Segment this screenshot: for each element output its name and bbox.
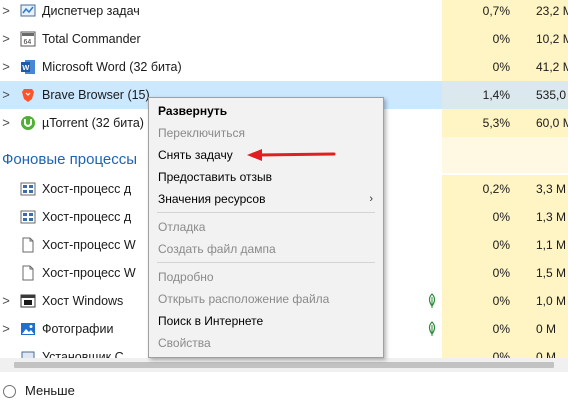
menu-item-debug: Отладка [158,220,206,234]
process-row-word[interactable]: > W Microsoft Word (32 бита) 0% 41,2 М [0,53,568,81]
menu-item-feedback[interactable]: Предоставить отзыв [149,166,383,188]
process-row-task-manager[interactable]: > Диспетчер задач 0,7% 23,2 М [0,0,568,25]
menu-item-switch-to: Переключиться [158,126,245,140]
expand-chevron-icon[interactable]: > [0,59,12,75]
expand-chevron-icon[interactable]: > [0,31,12,47]
installer-icon [21,351,35,358]
cpu-column-cell [442,137,516,173]
total-commander-icon: 64 [20,31,36,47]
footer-bar [0,379,568,403]
expand-chevron-icon[interactable]: > [0,87,12,103]
service-host-icon [20,182,36,196]
windows-host-icon [20,294,36,308]
process-name: Microsoft Word (32 бита) [42,60,182,74]
process-name: µTorrent (32 бита) [42,116,144,130]
cpu-value: 0% [442,343,516,358]
process-row-total-commander[interactable]: > 64 Total Commander 0% 10,2 М [0,25,568,53]
process-name: Total Commander [42,32,141,46]
process-name: Хост-процесс W [42,238,136,252]
cpu-value: 0% [442,53,516,81]
cpu-value: 0% [442,259,516,287]
menu-item-details: Подробно [158,270,214,284]
menu-item-create-dump: Создать файл дампа [158,242,276,256]
service-host-icon [20,210,36,224]
leaf-icon [428,321,436,336]
process-name: Хост-процесс д [42,182,132,196]
memory-value: 0 М [516,343,568,358]
cpu-value: 5,3% [442,109,516,137]
memory-value: 41,2 М [516,53,568,81]
memory-value: 23,2 М [516,0,568,25]
menu-separator [157,262,375,263]
svg-text:W: W [22,63,30,72]
memory-value: 1,3 М [516,203,568,231]
cpu-value: 0% [442,203,516,231]
svg-text:64: 64 [24,39,32,46]
expand-chevron-icon[interactable]: > [0,115,12,131]
cpu-value: 0,7% [442,0,516,25]
process-name: Хост-процесс W [42,266,136,280]
menu-item-properties: Свойства [158,336,211,350]
memory-value: 535,0 М [516,81,568,109]
brave-icon [22,89,34,102]
collapse-up-icon[interactable] [3,385,16,398]
process-name: Хост-процесс д [42,210,132,224]
process-name: Установщик С [42,350,124,358]
cpu-value: 0% [442,231,516,259]
cpu-value: 0% [442,287,516,315]
memory-value: 3,3 М [516,175,568,203]
memory-value: 60,0 М [516,109,568,137]
memory-value: 1,0 М [516,287,568,315]
cpu-value: 0% [442,315,516,343]
scrollbar-thumb[interactable] [14,362,554,368]
menu-item-search-online[interactable]: Поиск в Интернете [149,310,383,332]
task-manager-icon [20,4,36,17]
memory-value: 0 М [516,315,568,343]
process-name: Диспетчер задач [42,4,140,18]
cpu-value: 1,4% [442,81,516,109]
menu-item-open-location: Открыть расположение файла [158,292,330,306]
fewer-details-link[interactable]: Меньше [25,382,75,400]
process-name: Brave Browser (15) [42,88,150,102]
menu-separator [157,212,375,213]
expand-chevron-icon[interactable]: > [0,321,12,337]
document-icon [22,265,34,281]
document-icon [22,237,34,253]
context-menu: Развернуть Переключиться Снять задачу Пр… [148,97,384,358]
utorrent-icon [21,116,35,130]
memory-value: 1,1 М [516,231,568,259]
cpu-value: 0,2% [442,175,516,203]
menu-item-expand[interactable]: Развернуть [149,100,383,122]
submenu-arrow-icon: › [369,193,373,205]
word-icon: W [21,60,35,74]
cpu-value: 0% [442,25,516,53]
process-name: Хост Windows [42,294,124,308]
memory-value: 1,5 М [516,259,568,287]
memory-column-cell [516,137,568,173]
expand-chevron-icon[interactable]: > [0,3,12,19]
menu-item-resource-values[interactable]: Значения ресурсов › [149,188,383,210]
menu-item-label: Значения ресурсов [158,192,266,206]
background-processes-header[interactable]: Фоновые процессы [2,147,137,173]
process-name: Фотографии [42,322,114,336]
menu-item-end-task[interactable]: Снять задачу [149,144,383,166]
photos-icon [21,323,35,335]
leaf-icon [428,293,436,308]
memory-value: 10,2 М [516,25,568,53]
expand-chevron-icon[interactable]: > [0,293,12,309]
